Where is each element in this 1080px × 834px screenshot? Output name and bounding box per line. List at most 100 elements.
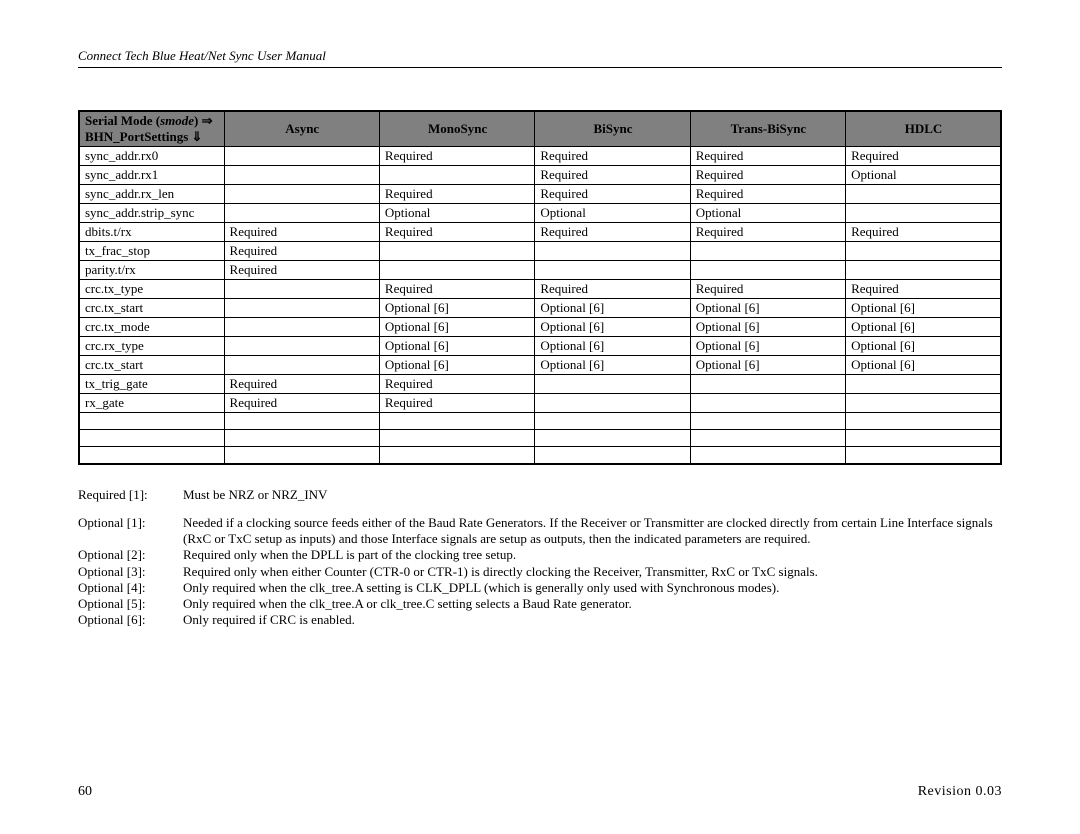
note-label: Optional [4]: bbox=[78, 580, 183, 596]
note-text: Required only when the DPLL is part of t… bbox=[183, 547, 1002, 563]
cell: Required bbox=[535, 166, 690, 185]
cell: Required bbox=[379, 375, 534, 394]
cell bbox=[379, 166, 534, 185]
cell bbox=[690, 413, 845, 430]
table-row: crc.tx_typeRequiredRequiredRequiredRequi… bbox=[79, 280, 1001, 299]
cell bbox=[224, 318, 379, 337]
cell: Required bbox=[846, 147, 1001, 166]
cell: Required bbox=[379, 185, 534, 204]
row-name bbox=[79, 430, 224, 447]
note-label: Optional [5]: bbox=[78, 596, 183, 612]
cell: Optional bbox=[846, 166, 1001, 185]
row-name: crc.tx_type bbox=[79, 280, 224, 299]
note-text: Needed if a clocking source feeds either… bbox=[183, 515, 1002, 548]
cell: Required bbox=[690, 166, 845, 185]
cell: Optional [6] bbox=[690, 337, 845, 356]
table-row: tx_frac_stopRequired bbox=[79, 242, 1001, 261]
table-row: sync_addr.rx0RequiredRequiredRequiredReq… bbox=[79, 147, 1001, 166]
row-name: crc.tx_start bbox=[79, 299, 224, 318]
cell bbox=[690, 394, 845, 413]
table-row bbox=[79, 413, 1001, 430]
cell: Required bbox=[379, 147, 534, 166]
note-label: Optional [1]: bbox=[78, 515, 183, 548]
row-name: parity.t/rx bbox=[79, 261, 224, 280]
cell: Required bbox=[535, 185, 690, 204]
cell: Optional [6] bbox=[690, 318, 845, 337]
th-hdlc: HDLC bbox=[846, 111, 1001, 147]
table-row: sync_addr.rx1RequiredRequiredOptional bbox=[79, 166, 1001, 185]
cell bbox=[224, 147, 379, 166]
note-row: Optional [4]:Only required when the clk_… bbox=[78, 580, 1002, 596]
row-name: dbits.t/rx bbox=[79, 223, 224, 242]
cell: Optional [6] bbox=[846, 299, 1001, 318]
cell: Optional [6] bbox=[535, 299, 690, 318]
cell: Required bbox=[224, 242, 379, 261]
cell bbox=[846, 261, 1001, 280]
note-label: Required [1]: bbox=[78, 487, 183, 503]
revision: Revision 0.03 bbox=[918, 784, 1002, 800]
table-row: crc.tx_startOptional [6]Optional [6]Opti… bbox=[79, 356, 1001, 375]
table-row: sync_addr.rx_lenRequiredRequiredRequired bbox=[79, 185, 1001, 204]
cell bbox=[690, 242, 845, 261]
cell: Optional [6] bbox=[379, 299, 534, 318]
cell: Optional [6] bbox=[535, 318, 690, 337]
table-row bbox=[79, 447, 1001, 464]
cell: Required bbox=[690, 185, 845, 204]
cell bbox=[535, 413, 690, 430]
cell: Required bbox=[690, 147, 845, 166]
cell bbox=[224, 413, 379, 430]
cell: Required bbox=[224, 223, 379, 242]
cell bbox=[224, 280, 379, 299]
row-name bbox=[79, 413, 224, 430]
table-row: crc.rx_typeOptional [6]Optional [6]Optio… bbox=[79, 337, 1001, 356]
cell: Optional bbox=[379, 204, 534, 223]
note-text: Only required if CRC is enabled. bbox=[183, 612, 1002, 628]
cell bbox=[379, 447, 534, 464]
cell: Optional [6] bbox=[379, 356, 534, 375]
cell: Optional [6] bbox=[846, 318, 1001, 337]
row-name bbox=[79, 447, 224, 464]
note-text: Must be NRZ or NRZ_INV bbox=[183, 487, 1002, 503]
cell bbox=[846, 394, 1001, 413]
row-name: crc.rx_type bbox=[79, 337, 224, 356]
cell bbox=[379, 261, 534, 280]
cell bbox=[846, 413, 1001, 430]
note-row: Optional [1]:Needed if a clocking source… bbox=[78, 515, 1002, 548]
cell bbox=[846, 242, 1001, 261]
table-row: sync_addr.strip_syncOptionalOptionalOpti… bbox=[79, 204, 1001, 223]
note-row: Optional [6]:Only required if CRC is ena… bbox=[78, 612, 1002, 628]
cell bbox=[224, 166, 379, 185]
row-name: sync_addr.rx_len bbox=[79, 185, 224, 204]
cell: Required bbox=[379, 223, 534, 242]
cell: Optional [6] bbox=[690, 356, 845, 375]
cell: Optional bbox=[690, 204, 845, 223]
note-label: Optional [3]: bbox=[78, 564, 183, 580]
cell bbox=[535, 447, 690, 464]
cell: Required bbox=[535, 223, 690, 242]
cell: Required bbox=[846, 280, 1001, 299]
cell: Required bbox=[379, 280, 534, 299]
cell: Required bbox=[224, 394, 379, 413]
cell: Required bbox=[846, 223, 1001, 242]
cell bbox=[535, 394, 690, 413]
row-name: rx_gate bbox=[79, 394, 224, 413]
cell: Required bbox=[224, 261, 379, 280]
cell bbox=[379, 413, 534, 430]
cell: Optional [6] bbox=[690, 299, 845, 318]
row-name: sync_addr.rx0 bbox=[79, 147, 224, 166]
page-header: Connect Tech Blue Heat/Net Sync User Man… bbox=[78, 48, 1002, 68]
cell: Optional [6] bbox=[379, 318, 534, 337]
cell bbox=[535, 430, 690, 447]
cell bbox=[224, 337, 379, 356]
cell: Required bbox=[224, 375, 379, 394]
cell bbox=[535, 375, 690, 394]
table-header-row: Serial Mode (smode) ⇒ BHN_PortSettings ⇓… bbox=[79, 111, 1001, 147]
cell: Optional [6] bbox=[379, 337, 534, 356]
cell bbox=[846, 204, 1001, 223]
cell: Optional [6] bbox=[535, 337, 690, 356]
row-name: tx_trig_gate bbox=[79, 375, 224, 394]
cell bbox=[690, 447, 845, 464]
cell bbox=[379, 430, 534, 447]
cell: Optional [6] bbox=[846, 337, 1001, 356]
cell bbox=[224, 430, 379, 447]
